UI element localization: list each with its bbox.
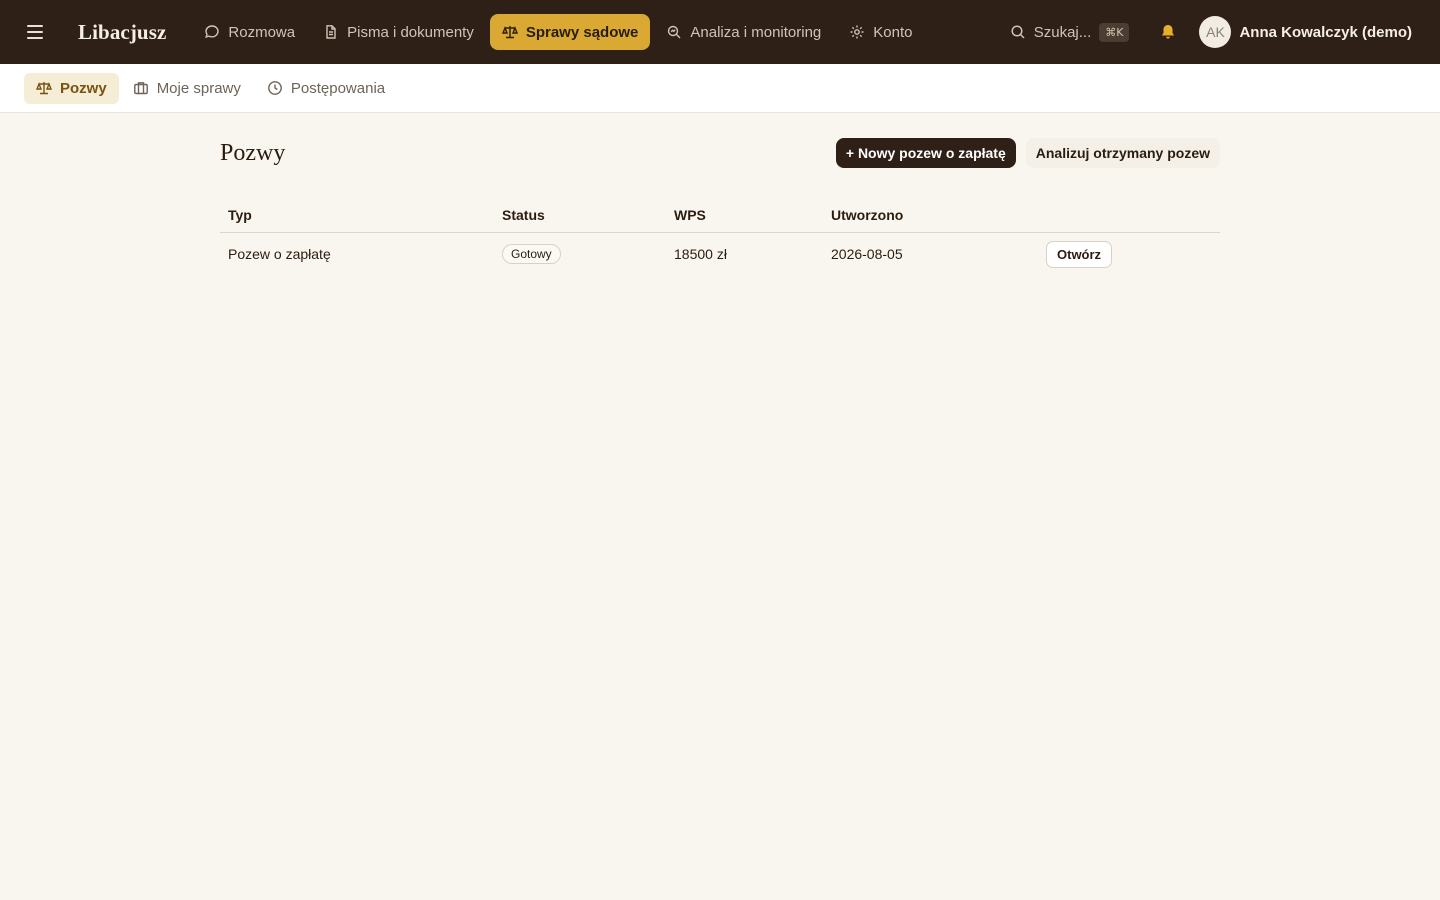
column-header-actions bbox=[1038, 198, 1220, 233]
status-badge: Gotowy bbox=[502, 244, 561, 265]
clock-icon bbox=[267, 81, 282, 95]
hamburger-menu-icon[interactable] bbox=[18, 14, 54, 50]
nav-item-label: Konto bbox=[873, 23, 913, 41]
nav-item-konto[interactable]: Konto bbox=[837, 14, 924, 50]
gear-icon bbox=[850, 25, 864, 39]
subnav-item-label: Postępowania bbox=[290, 79, 386, 97]
open-lawsuit-button[interactable]: Otwórz bbox=[1046, 240, 1113, 268]
app-brand-logo[interactable]: Libacjusz bbox=[78, 20, 166, 45]
briefcase-icon bbox=[133, 82, 148, 95]
lawsuits-table: Typ Status WPS Utworzono Pozew o zapłatę… bbox=[220, 198, 1220, 276]
page-header: Pozwy + Nowy pozew o zapłatę Analizuj ot… bbox=[220, 138, 1220, 168]
document-icon bbox=[326, 25, 336, 39]
cell-created: 2026-08-05 bbox=[831, 246, 903, 263]
sub-navigation: Pozwy Moje sprawy Postępowania bbox=[0, 64, 1440, 113]
nav-item-label: Rozmowa bbox=[228, 23, 296, 41]
subnav-item-label: Pozwy bbox=[60, 79, 107, 97]
user-menu[interactable]: AK Anna Kowalczyk (demo) bbox=[1199, 16, 1412, 48]
avatar: AK bbox=[1199, 16, 1232, 48]
chat-bubble-icon bbox=[205, 25, 220, 39]
top-right-tools: Szukaj... ⌘K AK Anna Kowalczyk (demo) bbox=[1010, 0, 1412, 64]
subnav-item-label: Moje sprawy bbox=[156, 79, 241, 97]
nav-item-rozmowa[interactable]: Rozmowa bbox=[192, 14, 307, 50]
nav-item-label: Analiza i monitoring bbox=[690, 23, 822, 41]
column-header-status: Status bbox=[494, 198, 666, 233]
subnav-item-moje-sprawy[interactable]: Moje sprawy bbox=[121, 73, 253, 104]
user-name: Anna Kowalczyk (demo) bbox=[1239, 23, 1412, 41]
search-label: Szukaj... bbox=[1033, 23, 1092, 41]
global-search-button[interactable]: Szukaj... ⌘K bbox=[1010, 22, 1130, 42]
main-nav: Rozmowa Pisma i dokumenty Sprawy sądowe … bbox=[192, 14, 924, 50]
nav-item-label: Pisma i dokumenty bbox=[347, 23, 474, 41]
subnav-item-postepowania[interactable]: Postępowania bbox=[255, 73, 397, 104]
nav-item-analiza-i-monitoring[interactable]: Analiza i monitoring bbox=[654, 14, 833, 50]
cell-action: Otwórz bbox=[1038, 232, 1220, 276]
page-actions: + Nowy pozew o zapłatę Analizuj otrzyman… bbox=[835, 138, 1220, 168]
cell-status: Gotowy bbox=[494, 232, 666, 276]
column-header-created: Utworzono bbox=[823, 198, 1038, 233]
search-analysis-icon bbox=[668, 25, 681, 39]
table-header-row: Typ Status WPS Utworzono bbox=[220, 198, 1220, 233]
nav-item-label: Sprawy sądowe bbox=[525, 23, 639, 41]
nav-item-sprawy-sadowe[interactable]: Sprawy sądowe bbox=[489, 14, 651, 50]
main-content: Pozwy + Nowy pozew o zapłatę Analizuj ot… bbox=[220, 113, 1220, 276]
nav-item-pisma-i-dokumenty[interactable]: Pisma i dokumenty bbox=[311, 14, 486, 50]
search-shortcut-badge: ⌘K bbox=[1099, 22, 1130, 42]
search-icon bbox=[1011, 25, 1025, 39]
page-title: Pozwy bbox=[220, 139, 286, 166]
column-header-wps: WPS bbox=[666, 198, 823, 233]
column-header-type: Typ bbox=[220, 198, 494, 233]
cell-type: Pozew o zapłatę bbox=[228, 246, 331, 263]
analyze-received-lawsuit-button[interactable]: Analizuj otrzymany pozew bbox=[1025, 138, 1220, 168]
scales-icon bbox=[501, 26, 518, 39]
bell-icon[interactable] bbox=[1157, 21, 1179, 43]
scales-icon bbox=[36, 82, 52, 95]
top-navigation-bar: Libacjusz Rozmowa Pisma i dokumenty Spra… bbox=[0, 0, 1440, 64]
new-lawsuit-button[interactable]: + Nowy pozew o zapłatę bbox=[835, 138, 1016, 168]
table-row: Pozew o zapłatę Gotowy 18500 zł 2026-08-… bbox=[220, 232, 1220, 276]
subnav-item-pozwy[interactable]: Pozwy bbox=[24, 72, 119, 104]
cell-wps: 18500 zł bbox=[674, 246, 727, 263]
